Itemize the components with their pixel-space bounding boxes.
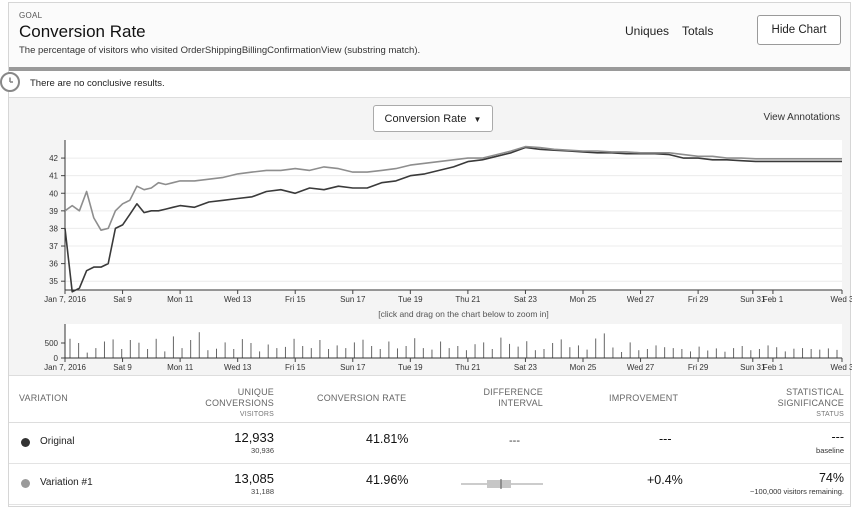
volume-x-tick-label: Sat 9 [113, 363, 132, 372]
volume-x-tick-label: Thu 21 [455, 363, 480, 372]
col-sig-line2: SIGNIFICANCE [777, 398, 844, 408]
col-unique-line2: CONVERSIONS [205, 398, 274, 408]
x-tick-label: Feb 1 [763, 295, 784, 304]
col-diff-line2: INTERVAL [498, 398, 543, 408]
y-tick-label: 35 [49, 277, 58, 286]
results-notice: There are no conclusive results. [0, 71, 850, 98]
conversion-rate-value: 41.81% [366, 432, 409, 446]
improvement-value: --- [659, 432, 672, 446]
table-row-original[interactable]: Original 12,933 30,936 41.81% --- --- --… [9, 423, 850, 464]
col-unique-sub: VISITORS [239, 411, 274, 418]
volume-x-tick-label: Tue 19 [398, 363, 423, 372]
zoom-hint: [click and drag on the chart below to zo… [378, 309, 549, 319]
y-tick-label: 38 [49, 224, 58, 233]
volume-x-tick-label: Sat 23 [514, 363, 538, 372]
volume-x-tick-label: Sun 17 [340, 363, 366, 372]
variation-name: Original [40, 436, 75, 447]
volume-x-tick-label: Wed 27 [627, 363, 655, 372]
goal-description: The percentage of visitors who visited O… [19, 45, 421, 56]
y-tick-label: 42 [49, 154, 58, 163]
difference-interval-value: --- [509, 435, 520, 447]
goal-header: GOAL Conversion Rate The percentage of v… [9, 3, 850, 71]
col-diff-line1: DIFFERENCE [483, 387, 543, 397]
significance-value: 74% [818, 471, 844, 485]
col-sig-line1: STATISTICAL [786, 387, 844, 397]
x-tick-label: Jan 7, 2016 [44, 295, 86, 304]
conversions-value: 12,933 [234, 430, 274, 445]
x-tick-label: Thu 21 [455, 295, 480, 304]
clock-icon [0, 72, 20, 92]
volume-x-tick-label: Fri 29 [688, 363, 709, 372]
x-tick-label: Fri 29 [688, 295, 709, 304]
visitors-value: 31,188 [251, 487, 274, 496]
table-row-variation-1[interactable]: Variation #1 13,085 31,188 41.96% +0.4% … [9, 464, 850, 505]
goal-results-panel: GOAL Conversion Rate The percentage of v… [0, 2, 852, 507]
x-tick-label: Wed 13 [224, 295, 252, 304]
notice-text: There are no conclusive results. [30, 78, 165, 89]
conversion-rate-value: 41.96% [366, 473, 409, 487]
unique-conversions: 13,085 31,188 [234, 472, 274, 498]
goal-label: GOAL [19, 11, 43, 20]
volume-x-tick-label: Wed 13 [224, 363, 252, 372]
significance: --- baseline [816, 430, 844, 458]
y-tick-label: 41 [49, 172, 58, 181]
col-unique-conversions: UNIQUE CONVERSIONS VISITORS [205, 387, 274, 420]
x-tick-label: Sat 9 [113, 295, 132, 304]
col-improvement: IMPROVEMENT [609, 393, 679, 403]
tab-uniques[interactable]: Uniques [625, 24, 669, 38]
volume-x-tick-label: Wed 3 [831, 363, 852, 372]
x-tick-label: Fri 15 [285, 295, 306, 304]
col-statistical-significance: STATISTICAL SIGNIFICANCE STATUS [778, 387, 844, 420]
volume-x-tick-label: Mon 25 [570, 363, 597, 372]
chart-area: Conversion Rate ▼ View Annotations 35 36 3… [9, 98, 852, 376]
variation-name: Variation #1 [40, 477, 93, 488]
y-tick-label: 40 [49, 189, 58, 198]
hide-chart-button[interactable]: Hide Chart [757, 15, 841, 45]
volume-x-tick-label: Mon 11 [167, 363, 194, 372]
col-difference-interval: DIFFERENCE INTERVAL [483, 387, 543, 409]
y-tick-label: 37 [49, 242, 58, 251]
col-conversion-rate: CONVERSION RATE [317, 393, 407, 403]
improvement-value: +0.4% [647, 473, 683, 487]
x-tick-label: Mon 11 [167, 295, 194, 304]
tab-totals[interactable]: Totals [682, 24, 713, 38]
y-tick-label: 39 [49, 207, 58, 216]
significance-value: --- [831, 430, 845, 444]
volume-x-tick-label: Feb 1 [763, 363, 784, 372]
x-tick-label: Mon 25 [570, 295, 597, 304]
volume-y-tick-label: 500 [45, 339, 59, 348]
col-variation: VARIATION [19, 393, 68, 403]
series-color-dot [21, 438, 30, 447]
x-tick-label: Wed 3 [831, 295, 852, 304]
x-tick-label: Tue 19 [398, 295, 423, 304]
col-unique-line1: UNIQUE [237, 387, 274, 397]
x-tick-label: Sat 23 [514, 295, 538, 304]
significance-status: baseline [816, 446, 844, 455]
y-tick-label: 36 [49, 260, 58, 269]
series-color-dot [21, 479, 30, 488]
significance-status: ~100,000 visitors remaining. [749, 487, 844, 496]
volume-x-tick-label: Jan 7, 2016 [44, 363, 86, 372]
x-tick-label: Wed 27 [627, 295, 655, 304]
volume-y-tick-label: 0 [54, 354, 59, 363]
conversions-value: 13,085 [234, 471, 274, 486]
difference-interval-bar [461, 479, 543, 489]
plot-background [65, 140, 842, 290]
significance: 74% ~100,000 visitors remaining. [750, 471, 844, 499]
x-tick-label: Sun 17 [340, 295, 366, 304]
unique-conversions: 12,933 30,936 [234, 431, 274, 457]
conversion-rate-chart[interactable]: 35 36 37 38 39 40 41 42 Jan 7, 2016 Sat 9 Mon 11 We… [9, 98, 852, 375]
col-sig-sub: STATUS [816, 411, 844, 418]
volume-x-tick-label: Fri 15 [285, 363, 306, 372]
page-title: Conversion Rate [19, 22, 146, 41]
visitors-value: 30,936 [251, 446, 274, 455]
results-table-header: VARIATION UNIQUE CONVERSIONS VISITORS CO… [9, 376, 850, 423]
